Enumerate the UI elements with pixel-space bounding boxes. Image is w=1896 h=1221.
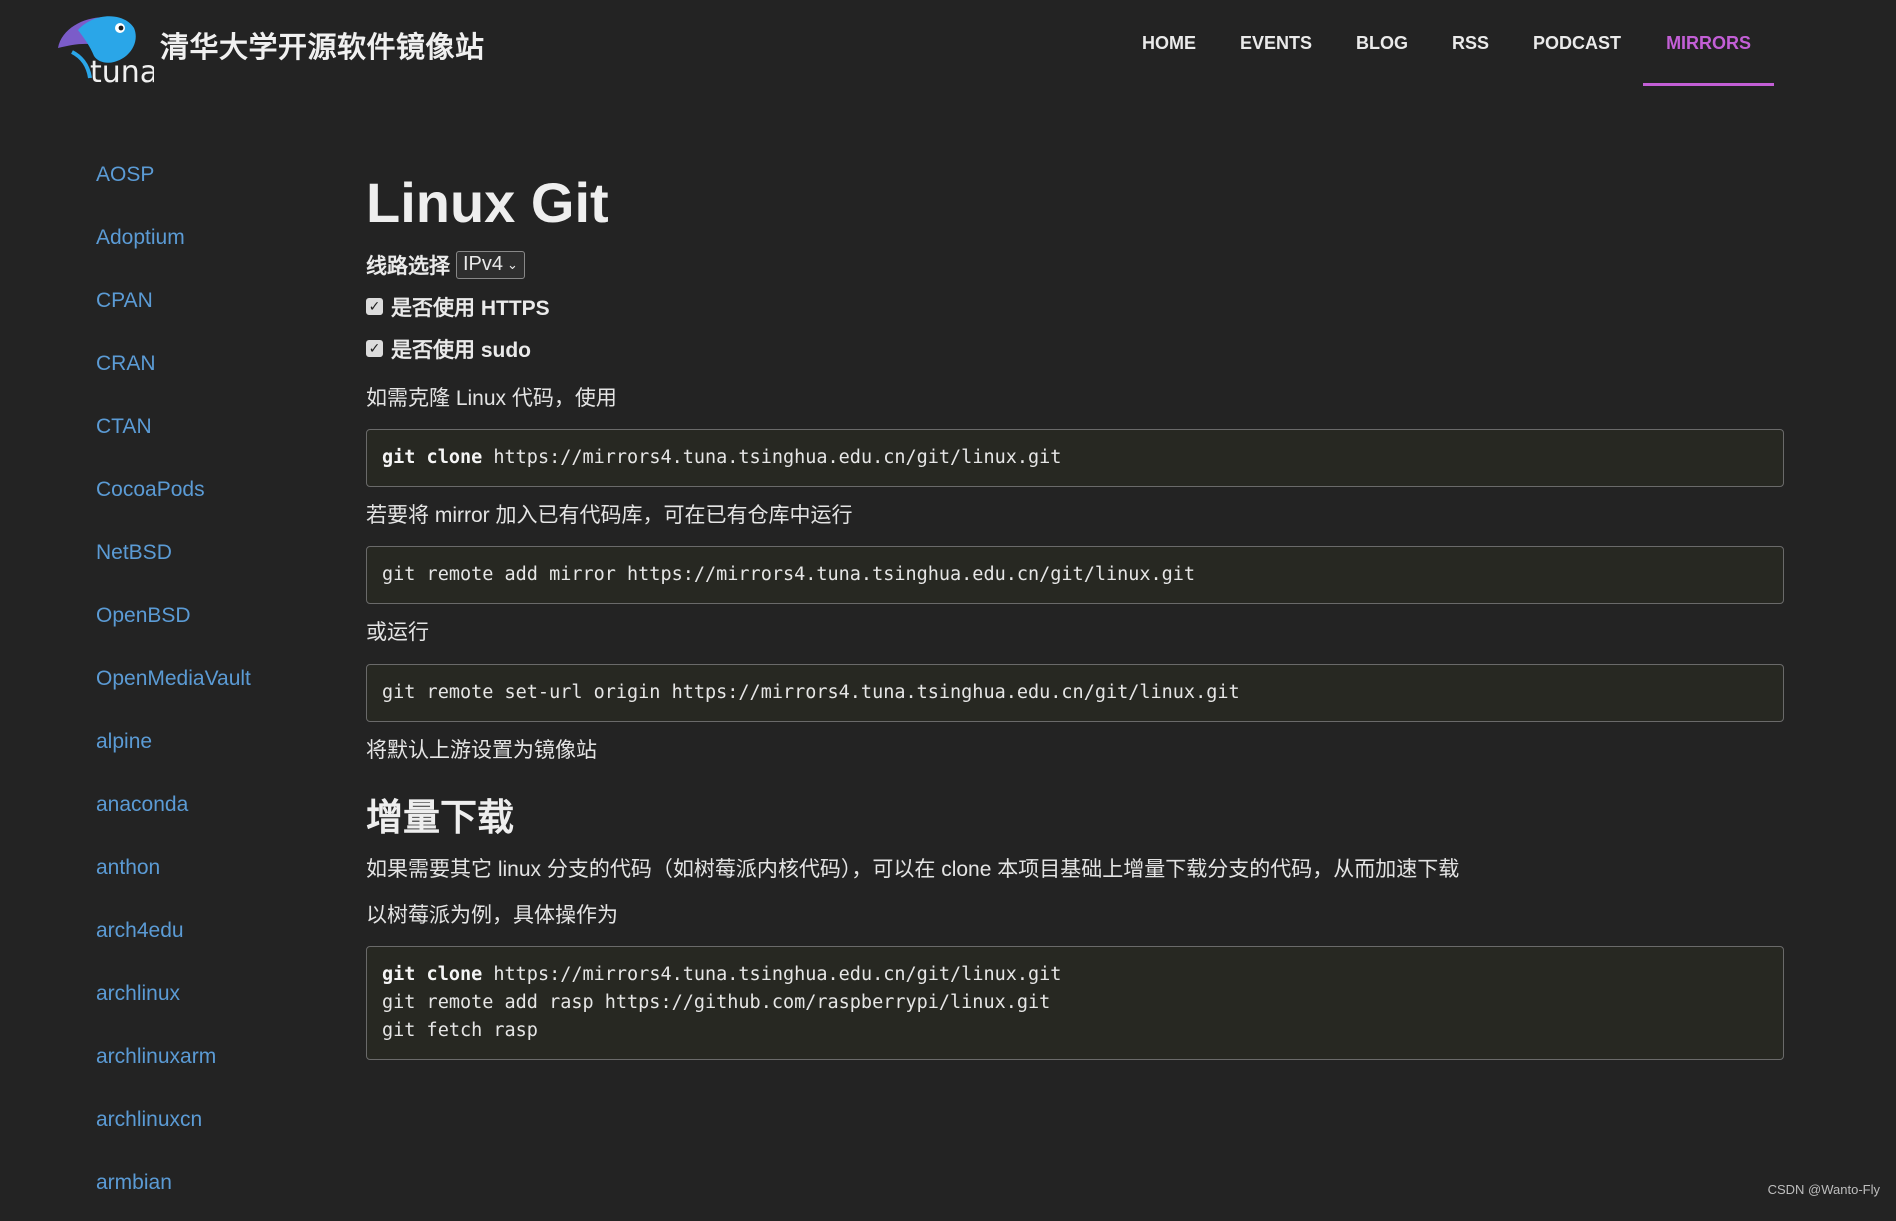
or-run-text: 或运行 bbox=[366, 618, 1784, 647]
sudo-checkbox[interactable]: ✓ bbox=[366, 340, 383, 357]
sidebar-item-arch4edu[interactable]: arch4edu bbox=[96, 906, 336, 969]
nav-podcast[interactable]: PODCAST bbox=[1511, 0, 1643, 86]
sidebar-item-cran[interactable]: CRAN bbox=[96, 339, 336, 402]
route-select[interactable]: IPv4 ⌄ bbox=[456, 251, 525, 279]
code-block-remote-add[interactable]: git remote add mirror https://mirrors4.t… bbox=[366, 546, 1784, 604]
sidebar-item-armbian[interactable]: armbian bbox=[96, 1158, 336, 1221]
route-label: 线路选择 bbox=[366, 250, 450, 280]
sidebar-item-ctan[interactable]: CTAN bbox=[96, 402, 336, 465]
site-title[interactable]: 清华大学开源软件镜像站 bbox=[160, 24, 485, 66]
route-select-row: 线路选择 IPv4 ⌄ bbox=[366, 244, 1784, 286]
nav-events[interactable]: EVENTS bbox=[1218, 0, 1334, 86]
nav-home[interactable]: HOME bbox=[1120, 0, 1218, 86]
code-text: https://mirrors4.tuna.tsinghua.edu.cn/gi… bbox=[482, 447, 1061, 468]
route-select-value: IPv4 bbox=[463, 253, 503, 276]
mirror-intro-text: 若要将 mirror 加入已有代码库，可在已有仓库中运行 bbox=[366, 501, 1784, 530]
clone-intro-text: 如需克隆 Linux 代码，使用 bbox=[366, 384, 1784, 413]
sidebar-item-adoptium[interactable]: Adoptium bbox=[96, 213, 336, 276]
logo-text: tuna bbox=[90, 55, 154, 86]
sidebar-item-openmediavault[interactable]: OpenMediaVault bbox=[96, 654, 336, 717]
code-text: git remote set-url origin https://mirror… bbox=[382, 682, 1240, 703]
code-text: git remote add rasp https://github.com/r… bbox=[382, 992, 1050, 1013]
set-default-text: 将默认上游设置为镜像站 bbox=[366, 736, 1784, 765]
code-block-set-url[interactable]: git remote set-url origin https://mirror… bbox=[366, 664, 1784, 722]
code-keyword: git clone bbox=[382, 964, 482, 985]
sidebar-item-anaconda[interactable]: anaconda bbox=[96, 780, 336, 843]
https-checkbox[interactable]: ✓ bbox=[366, 298, 383, 315]
code-block-clone[interactable]: git clone https://mirrors4.tuna.tsinghua… bbox=[366, 429, 1784, 487]
site-header: tuna 清华大学开源软件镜像站 HOME EVENTS BLOG RSS PO… bbox=[0, 0, 1896, 90]
nav-mirrors[interactable]: MIRRORS bbox=[1643, 0, 1774, 86]
example-intro-text: 以树莓派为例，具体操作为 bbox=[366, 901, 1784, 930]
nav-blog[interactable]: BLOG bbox=[1334, 0, 1430, 86]
nav-rss[interactable]: RSS bbox=[1430, 0, 1511, 86]
chevron-down-icon: ⌄ bbox=[507, 257, 518, 273]
sidebar-item-anthon[interactable]: anthon bbox=[96, 843, 336, 906]
sidebar-item-cpan[interactable]: CPAN bbox=[96, 276, 336, 339]
code-keyword: git clone bbox=[382, 447, 482, 468]
sudo-label[interactable]: 是否使用 sudo bbox=[391, 334, 531, 364]
mirror-sidebar: AOSP Adoptium CPAN CRAN CTAN CocoaPods N… bbox=[96, 150, 336, 1221]
top-nav: HOME EVENTS BLOG RSS PODCAST MIRRORS bbox=[1120, 0, 1774, 86]
sidebar-item-openbsd[interactable]: OpenBSD bbox=[96, 591, 336, 654]
code-text: git remote add mirror https://mirrors4.t… bbox=[382, 564, 1195, 585]
code-block-example[interactable]: git clone https://mirrors4.tuna.tsinghua… bbox=[366, 946, 1784, 1060]
code-text: git fetch rasp bbox=[382, 1020, 538, 1041]
main-content: Linux Git 线路选择 IPv4 ⌄ ✓ 是否使用 HTTPS ✓ 是否使… bbox=[366, 160, 1784, 1072]
code-text: https://mirrors4.tuna.tsinghua.edu.cn/gi… bbox=[482, 964, 1061, 985]
sidebar-item-archlinuxcn[interactable]: archlinuxcn bbox=[96, 1095, 336, 1158]
tuna-logo-icon[interactable]: tuna bbox=[50, 8, 154, 86]
sidebar-item-archlinuxarm[interactable]: archlinuxarm bbox=[96, 1032, 336, 1095]
sidebar-item-archlinux[interactable]: archlinux bbox=[96, 969, 336, 1032]
section-heading-incremental: 增量下载 bbox=[366, 787, 1784, 841]
sidebar-item-netbsd[interactable]: NetBSD bbox=[96, 528, 336, 591]
watermark-text: CSDN @Wanto-Fly bbox=[1768, 1182, 1880, 1197]
sidebar-item-cocoapods[interactable]: CocoaPods bbox=[96, 465, 336, 528]
sidebar-item-aosp[interactable]: AOSP bbox=[96, 150, 336, 213]
sudo-option-row: ✓ 是否使用 sudo bbox=[366, 328, 1784, 370]
sidebar-item-alpine[interactable]: alpine bbox=[96, 717, 336, 780]
page-title: Linux Git bbox=[366, 172, 1784, 234]
incremental-desc-text: 如果需要其它 linux 分支的代码（如树莓派内核代码），可以在 clone 本… bbox=[366, 855, 1784, 884]
https-option-row: ✓ 是否使用 HTTPS bbox=[366, 286, 1784, 328]
https-label[interactable]: 是否使用 HTTPS bbox=[391, 292, 550, 322]
